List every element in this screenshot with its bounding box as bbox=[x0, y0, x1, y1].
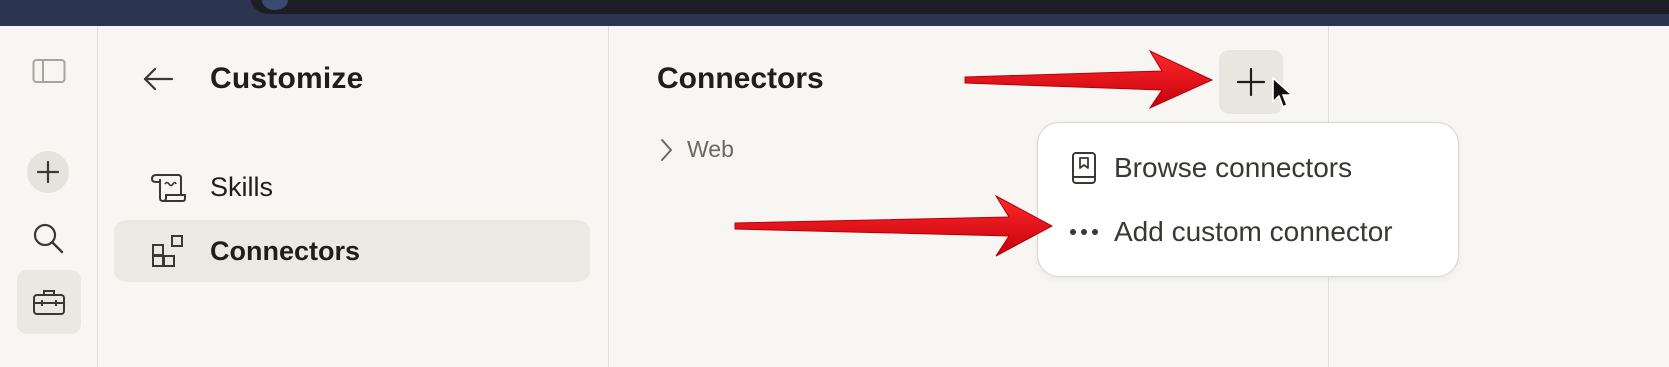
nav-item-label: Skills bbox=[210, 171, 274, 202]
customize-panel: Customize Skills Connectors bbox=[98, 26, 609, 367]
chevron-right-icon bbox=[661, 138, 672, 161]
tree-row-label: Web bbox=[687, 136, 734, 162]
nav-item-skills[interactable]: Skills bbox=[114, 156, 590, 218]
menu-item-label: Add custom connector bbox=[1114, 216, 1393, 247]
sidebar-toggle-icon bbox=[32, 59, 66, 83]
connectors-grid-icon bbox=[144, 231, 192, 271]
ellipsis-icon bbox=[1062, 212, 1106, 252]
icon-rail bbox=[0, 26, 98, 367]
menu-item-label: Browse connectors bbox=[1114, 152, 1353, 183]
new-button[interactable] bbox=[27, 151, 69, 193]
page-title: Customize bbox=[210, 62, 364, 95]
mouse-cursor-icon bbox=[1272, 77, 1293, 108]
menu-item-add-custom-connector[interactable]: Add custom connector bbox=[1038, 203, 1458, 261]
back-button[interactable] bbox=[140, 64, 176, 94]
menu-item-browse-connectors[interactable]: Browse connectors bbox=[1038, 139, 1458, 197]
section-title: Connectors bbox=[657, 62, 824, 95]
toolbox-icon bbox=[33, 290, 65, 315]
search-icon bbox=[33, 223, 64, 254]
plus-icon bbox=[1236, 67, 1266, 97]
tree-row-web[interactable]: Web bbox=[657, 136, 734, 163]
add-connector-menu: Browse connectors Add custom connector bbox=[1037, 122, 1459, 277]
back-arrow-icon bbox=[143, 67, 174, 91]
scroll-icon bbox=[144, 167, 192, 207]
sidebar-toggle-button[interactable] bbox=[30, 56, 68, 86]
search-button[interactable] bbox=[27, 217, 69, 259]
nav-item-connectors[interactable]: Connectors bbox=[114, 220, 590, 282]
nav-item-label: Connectors bbox=[210, 235, 361, 266]
book-icon bbox=[1062, 148, 1106, 188]
top-bar-pill bbox=[250, 0, 1669, 14]
window-top-bar bbox=[0, 0, 1669, 26]
plus-icon bbox=[36, 160, 60, 184]
customize-button[interactable] bbox=[17, 270, 81, 334]
